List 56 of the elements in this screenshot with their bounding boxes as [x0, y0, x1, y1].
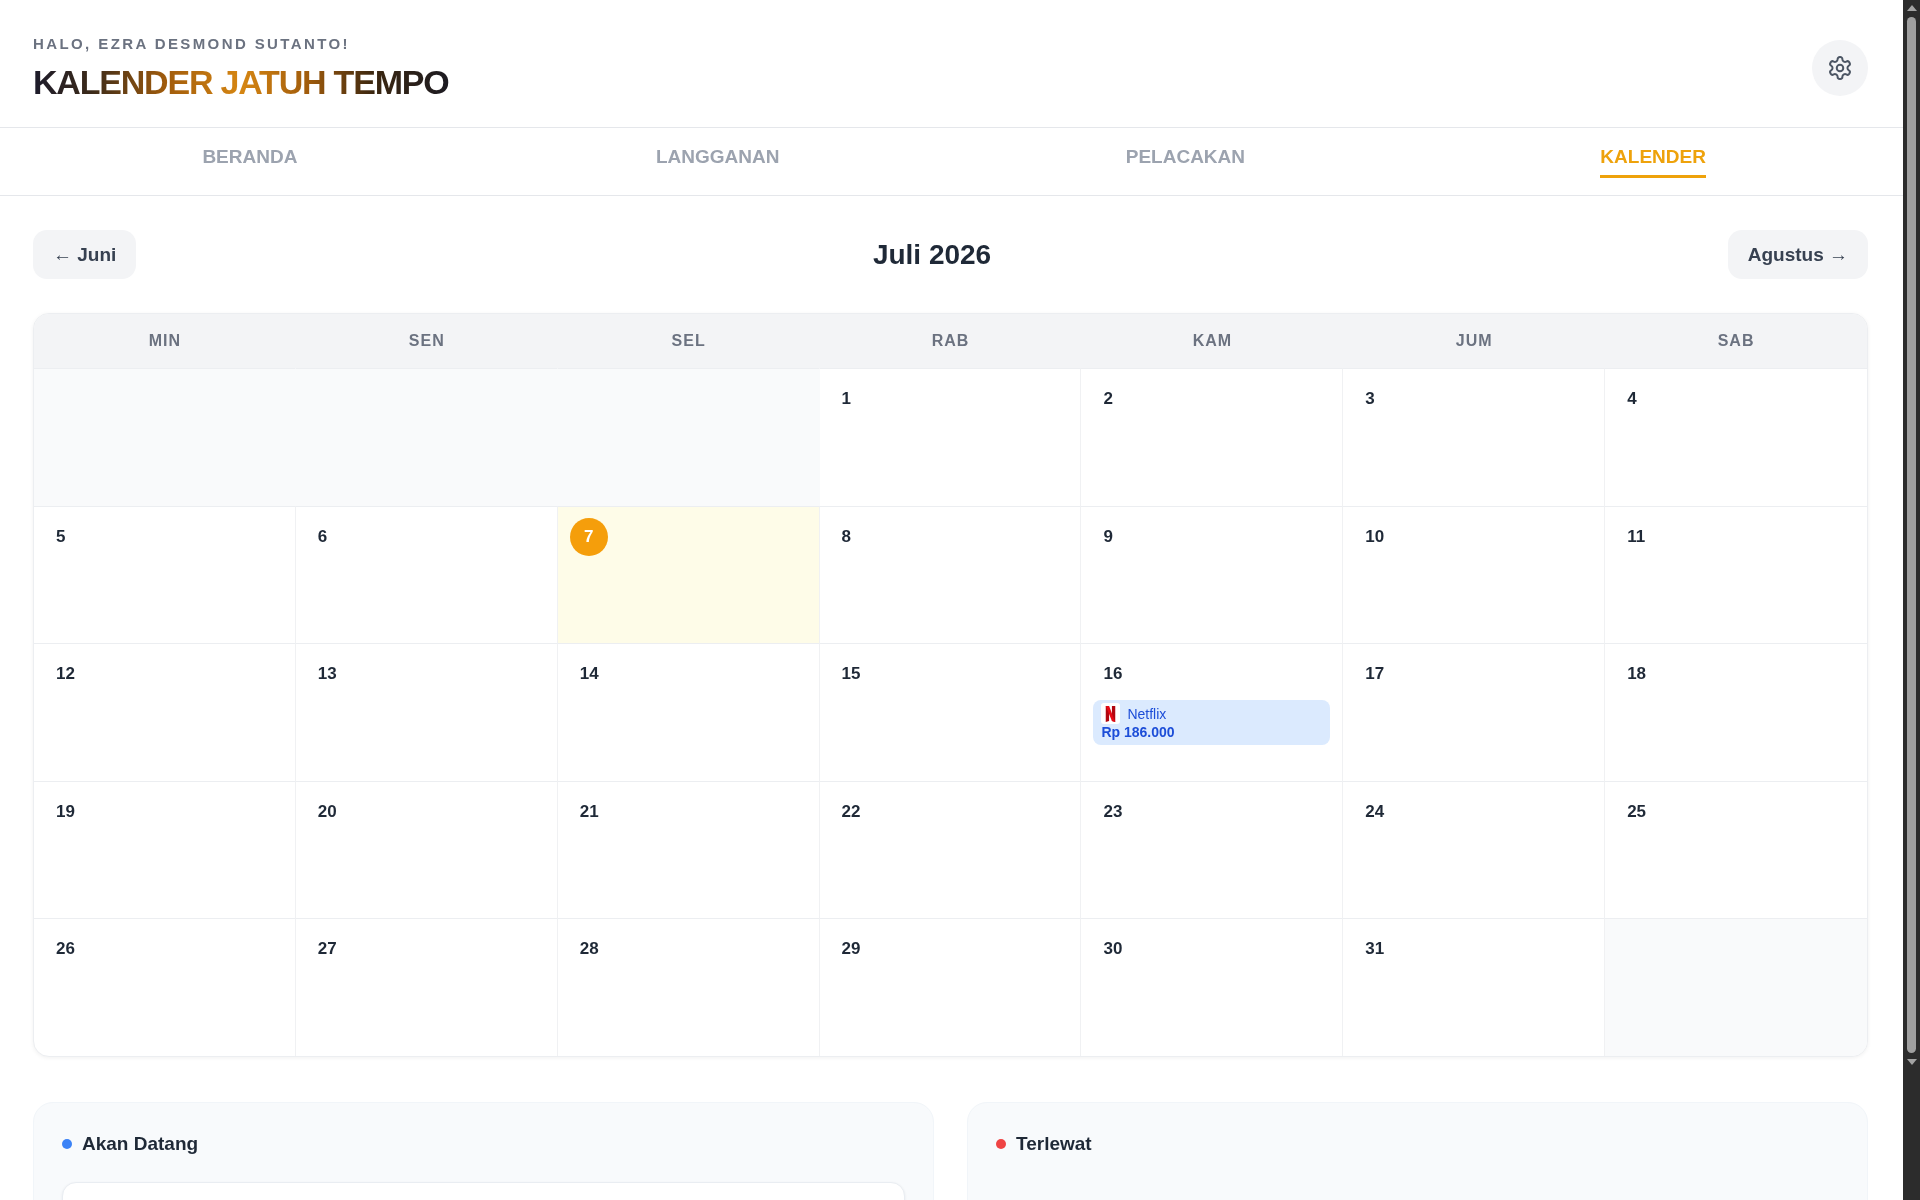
weekday-label: SEN [408, 332, 445, 350]
scrollbar[interactable] [1903, 0, 1920, 1200]
scroll-up-arrow-icon[interactable] [1906, 5, 1917, 11]
next-month-button[interactable]: Agustus → [1727, 230, 1868, 279]
day-number: 9 [1102, 525, 1114, 548]
nav-tab[interactable]: KALENDER [1600, 136, 1706, 178]
day-number: 12 [55, 663, 76, 685]
day-number: 28 [578, 938, 600, 960]
day-number: 13 [316, 663, 338, 685]
scrollbar-thumb[interactable] [1907, 17, 1916, 1053]
weekday-label: JUM [1455, 332, 1493, 350]
day-number: 20 [316, 800, 338, 823]
day-number: 24 [1364, 800, 1386, 823]
day-number: 17 [1364, 663, 1386, 685]
day-number: 5 [55, 525, 67, 548]
previous-month-button[interactable]: ← Juni [33, 230, 137, 279]
event-amount: Rp 186.000 [1101, 724, 1176, 741]
weekday-label: SEL [671, 332, 706, 350]
weekday-label: MIN [148, 332, 182, 350]
day-number: 19 [55, 800, 76, 823]
day-number: 29 [840, 938, 862, 960]
day-number: 2 [1102, 388, 1114, 410]
day-number: 11 [1626, 525, 1647, 548]
day-number: 8 [840, 525, 853, 548]
day-number: 22 [840, 800, 862, 823]
day-number: 16 [1102, 663, 1124, 685]
weekday-label: KAM [1192, 332, 1233, 350]
day-number: 31 [1364, 938, 1386, 960]
day-number: 15 [840, 663, 862, 685]
nav-tab[interactable]: LANGGANAN [655, 136, 780, 178]
day-number: 30 [1102, 938, 1124, 960]
day-number: 18 [1626, 663, 1648, 685]
day-number: 6 [316, 525, 329, 548]
month-title: Juli 2026 [872, 237, 992, 272]
day-number: 27 [316, 938, 338, 960]
day-number: 1 [840, 388, 853, 410]
settings-icon [1828, 56, 1852, 80]
today-marker: 7 [569, 517, 608, 556]
greeting-text: HALO, EZRA DESMOND SUTANTO! [33, 34, 351, 54]
nav-tab[interactable]: BERANDA [202, 136, 298, 178]
day-number: 23 [1102, 800, 1124, 823]
day-number: 3 [1364, 388, 1376, 410]
panel-title: Akan Datang [82, 1132, 199, 1155]
scroll-down-arrow-icon[interactable] [1906, 1059, 1917, 1065]
panel-title: Terlewat [1016, 1132, 1092, 1155]
weekday-label: SAB [1717, 332, 1755, 350]
nav-tab[interactable]: PELACAKAN [1125, 136, 1245, 178]
day-number: 14 [578, 663, 600, 685]
day-number: 26 [55, 938, 76, 960]
weekday-label: RAB [931, 332, 970, 350]
day-number: 4 [1626, 388, 1638, 410]
day-number: 21 [578, 800, 600, 823]
ribbon-logo-icon [1101, 703, 1121, 724]
day-number: 25 [1626, 800, 1648, 823]
event-name: Netflix [1127, 704, 1167, 723]
day-number: 10 [1364, 525, 1386, 548]
